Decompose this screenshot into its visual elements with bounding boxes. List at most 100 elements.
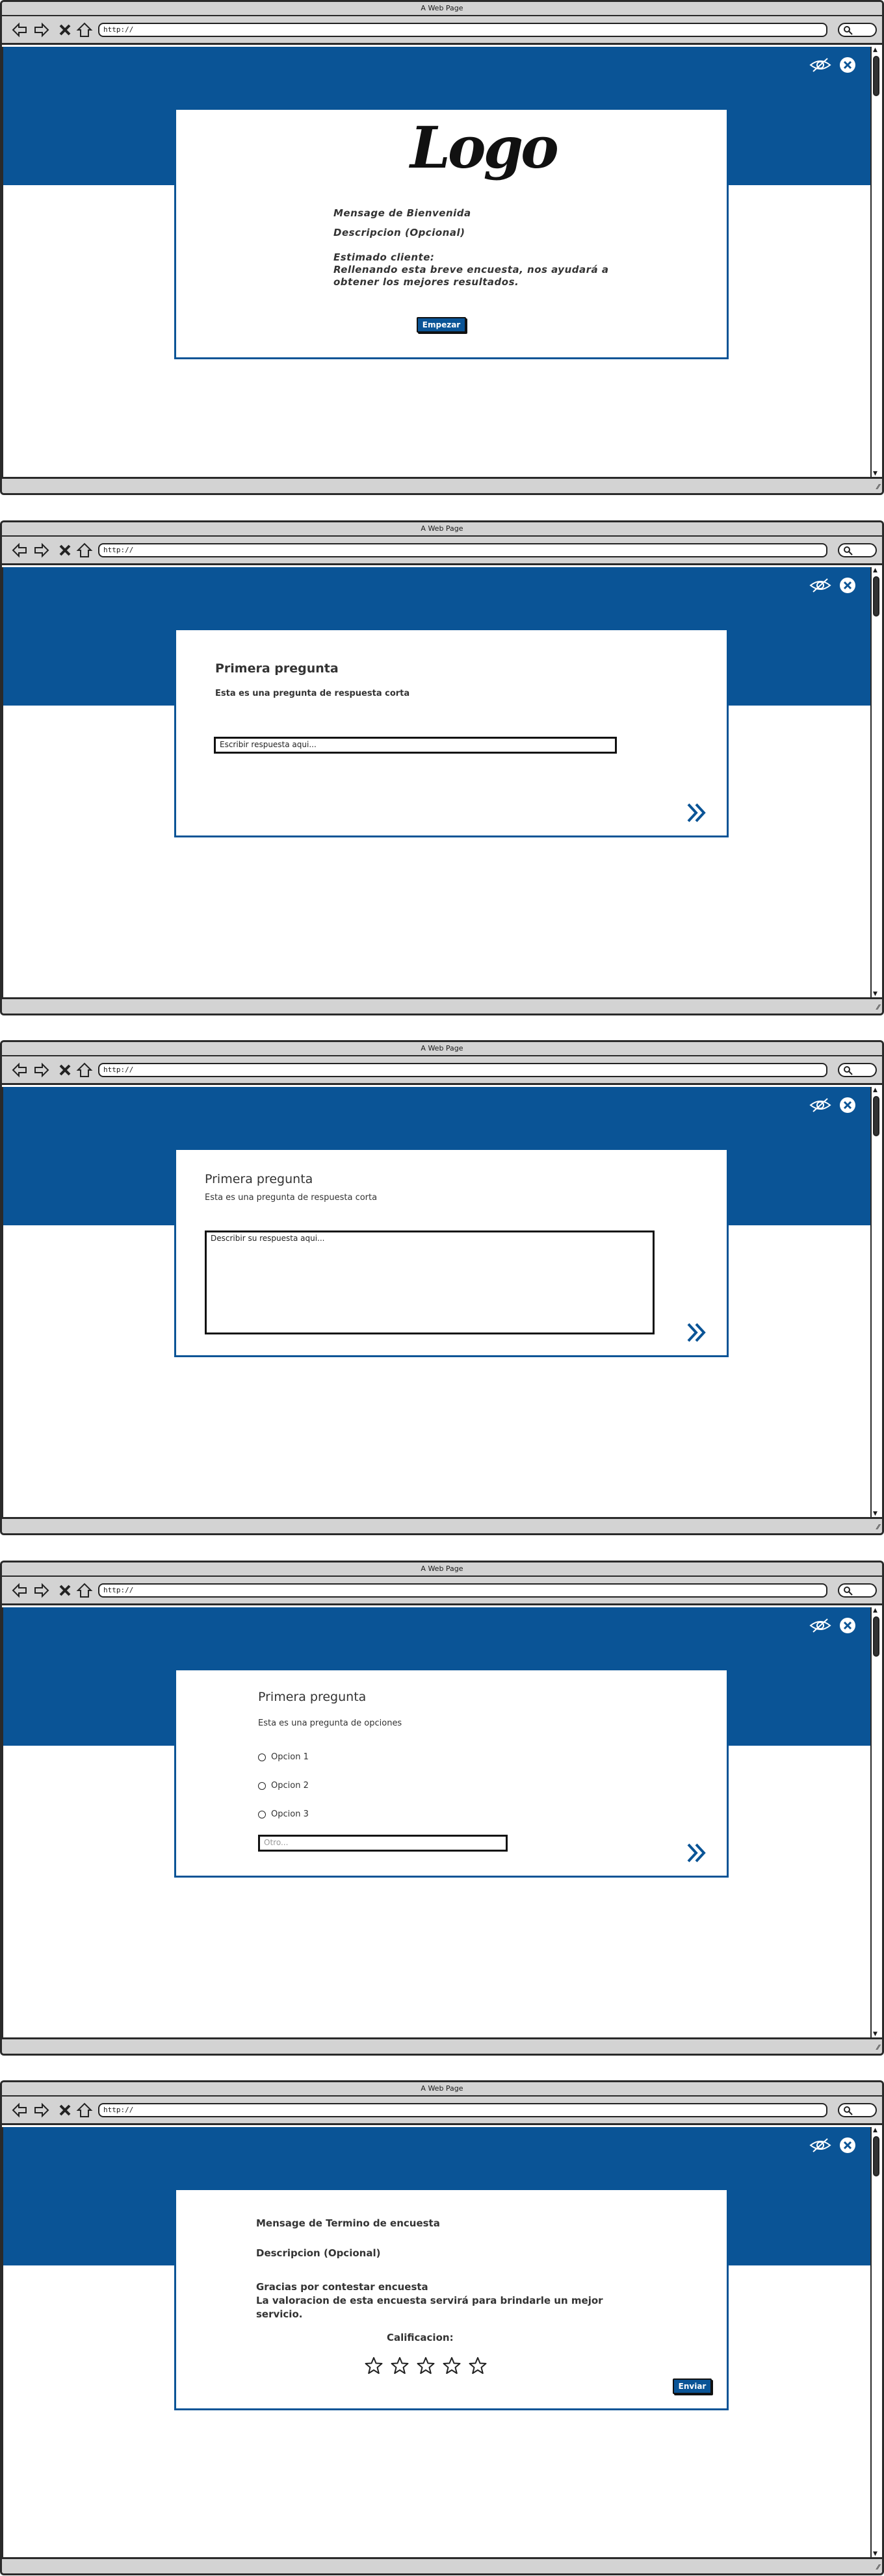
logo: Logo (410, 114, 559, 181)
welcome-message: Mensage de Bienvenida (333, 207, 471, 219)
finish-card: Mensage de Termino de encuesta Descripci… (174, 2188, 729, 2410)
search-field[interactable] (838, 1063, 877, 1077)
double-chevron-right-icon[interactable] (683, 1321, 709, 1344)
close-circle-icon[interactable] (838, 1616, 857, 1635)
home-icon[interactable] (76, 21, 93, 38)
status-bar: ⁄⁄ (2, 2557, 882, 2573)
eye-slash-icon[interactable] (809, 1097, 831, 1113)
search-icon (844, 26, 853, 35)
eye-slash-icon[interactable] (809, 2137, 831, 2153)
question-card: Primera pregunta Esta es una pregunta de… (174, 1668, 729, 1878)
search-field[interactable] (838, 2103, 877, 2117)
start-button[interactable]: Empezar (417, 317, 466, 333)
search-field[interactable] (838, 543, 877, 557)
close-x-icon[interactable] (57, 1582, 73, 1599)
browser-toolbar: http:// (2, 1056, 882, 1085)
radio-circle[interactable] (258, 1810, 266, 1818)
double-chevron-right-icon[interactable] (683, 1842, 709, 1864)
close-x-icon[interactable] (57, 1062, 73, 1078)
vertical-scrollbar[interactable]: ▲ ▼ (870, 47, 882, 477)
greeting-line-1: Estimado cliente: (333, 251, 435, 263)
close-circle-icon[interactable] (838, 56, 857, 74)
page-content: Mensage de Termino de encuesta Descripci… (2, 2127, 874, 2557)
short-answer-input[interactable]: Escribir respuesta aqui... (214, 737, 617, 754)
close-circle-icon[interactable] (838, 1096, 857, 1114)
page-content: Primera pregunta Esta es una pregunta de… (2, 567, 874, 997)
url-input[interactable]: http:// (98, 1063, 827, 1077)
star-icon[interactable] (469, 2356, 487, 2375)
forward-arrow-icon[interactable] (33, 1582, 50, 1599)
option-radio-2[interactable]: Opcion 2 (258, 1781, 309, 1791)
search-icon (844, 1587, 853, 1596)
radio-circle[interactable] (258, 1753, 266, 1761)
browser-window-short-answer: A Web Page http:// Primera pregunta Esta… (0, 520, 884, 1015)
home-icon[interactable] (76, 1582, 93, 1599)
resize-grip-icon[interactable]: ⁄⁄ (877, 2563, 879, 2571)
description-text: Descripcion (Opcional) (333, 227, 465, 238)
home-icon[interactable] (76, 542, 93, 559)
vertical-scrollbar[interactable]: ▲ ▼ (870, 1607, 882, 2037)
window-title: A Web Page (2, 2, 882, 16)
vertical-scrollbar[interactable]: ▲ ▼ (870, 2127, 882, 2557)
forward-arrow-icon[interactable] (33, 2102, 50, 2119)
back-arrow-icon[interactable] (11, 542, 28, 559)
browser-window-options: A Web Page http:// Primera pregunta Esta… (0, 1561, 884, 2056)
submit-button[interactable]: Enviar (673, 2378, 712, 2394)
star-icon[interactable] (417, 2356, 435, 2375)
eye-slash-icon[interactable] (809, 57, 831, 73)
forward-arrow-icon[interactable] (33, 542, 50, 559)
vertical-scrollbar[interactable]: ▲ ▼ (870, 567, 882, 997)
question-subtitle: Esta es una pregunta de respuesta corta (205, 1193, 378, 1203)
close-circle-icon[interactable] (838, 576, 857, 594)
close-x-icon[interactable] (57, 2102, 73, 2119)
search-icon (844, 546, 853, 555)
star-icon[interactable] (391, 2356, 409, 2375)
finish-message: Mensage de Termino de encuesta (256, 2217, 440, 2229)
url-input[interactable]: http:// (98, 1583, 827, 1598)
option-radio-1[interactable]: Opcion 1 (258, 1752, 309, 1762)
eye-slash-icon[interactable] (809, 1618, 831, 1633)
page-content: Primera pregunta Esta es una pregunta de… (2, 1607, 874, 2037)
browser-toolbar: http:// (2, 1577, 882, 1605)
resize-grip-icon[interactable]: ⁄⁄ (877, 1003, 879, 1012)
star-icon[interactable] (365, 2356, 383, 2375)
search-field[interactable] (838, 23, 877, 37)
back-arrow-icon[interactable] (11, 1582, 28, 1599)
url-input[interactable]: http:// (98, 23, 827, 37)
other-option-input[interactable]: Otro... (258, 1835, 508, 1852)
question-subtitle: Esta es una pregunta de opciones (258, 1718, 402, 1728)
question-card: Primera pregunta Esta es una pregunta de… (174, 628, 729, 837)
status-bar: ⁄⁄ (2, 2037, 882, 2054)
rating-label: Calificacion: (387, 2332, 454, 2343)
close-x-icon[interactable] (57, 542, 73, 559)
vertical-scrollbar[interactable]: ▲ ▼ (870, 1087, 882, 1517)
back-arrow-icon[interactable] (11, 2102, 28, 2119)
resize-grip-icon[interactable]: ⁄⁄ (877, 483, 879, 491)
star-icon[interactable] (443, 2356, 461, 2375)
resize-grip-icon[interactable]: ⁄⁄ (877, 2043, 879, 2052)
question-subtitle: Esta es una pregunta de respuesta corta (215, 689, 410, 698)
browser-window-finish: A Web Page http:// Mensage de Termino de… (0, 2080, 884, 2575)
resize-grip-icon[interactable]: ⁄⁄ (877, 1523, 879, 1531)
window-title: A Web Page (2, 1042, 882, 1056)
browser-toolbar: http:// (2, 16, 882, 45)
star-rating[interactable] (365, 2356, 508, 2377)
url-input[interactable]: http:// (98, 2103, 827, 2117)
eye-slash-icon[interactable] (809, 578, 831, 593)
close-x-icon[interactable] (57, 21, 73, 38)
option-radio-3[interactable]: Opcion 3 (258, 1809, 309, 1819)
url-input[interactable]: http:// (98, 543, 827, 557)
forward-arrow-icon[interactable] (33, 1062, 50, 1078)
radio-circle[interactable] (258, 1781, 266, 1790)
double-chevron-right-icon[interactable] (683, 802, 709, 824)
forward-arrow-icon[interactable] (33, 21, 50, 38)
long-answer-textarea[interactable]: Describir su respuesta aqui... (205, 1231, 655, 1334)
status-bar: ⁄⁄ (2, 997, 882, 1014)
home-icon[interactable] (76, 2102, 93, 2119)
close-circle-icon[interactable] (838, 2136, 857, 2154)
home-icon[interactable] (76, 1062, 93, 1078)
search-field[interactable] (838, 1583, 877, 1598)
back-arrow-icon[interactable] (11, 21, 28, 38)
question-title: Primera pregunta (215, 661, 339, 676)
back-arrow-icon[interactable] (11, 1062, 28, 1078)
